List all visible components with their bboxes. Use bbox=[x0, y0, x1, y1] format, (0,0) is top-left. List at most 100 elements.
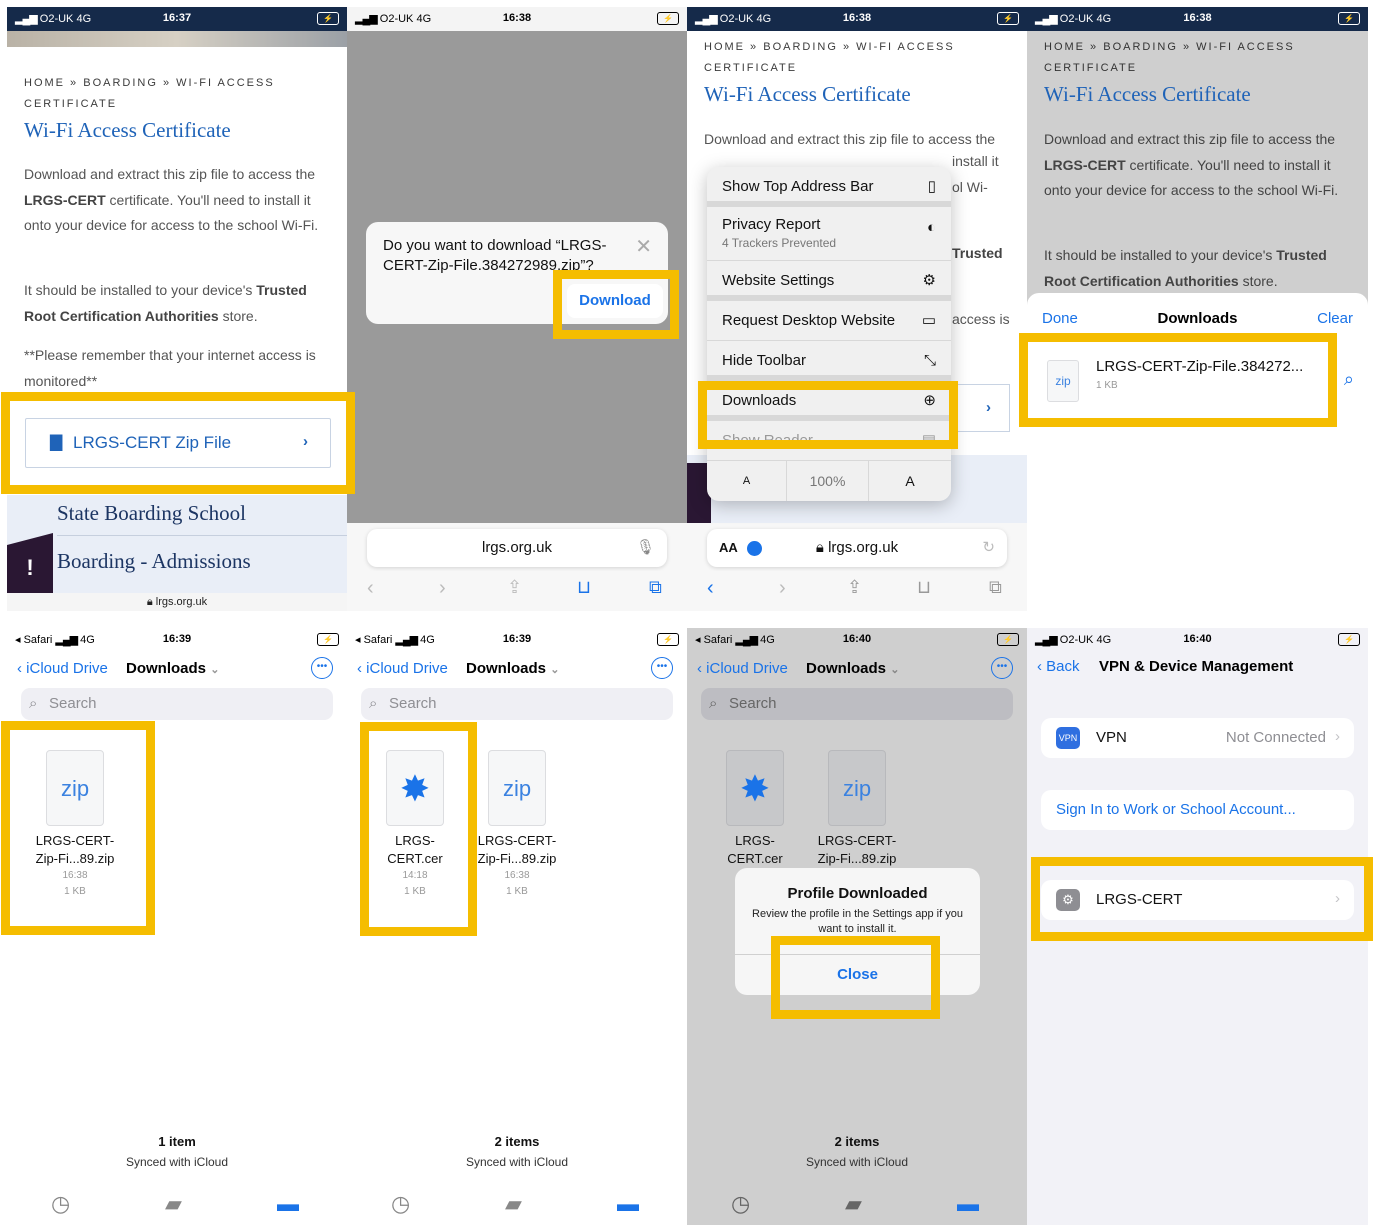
bookmarks-icon[interactable]: ⊔ bbox=[917, 577, 931, 598]
status-bar: ▂▄▆ O2-UK 4G 16:38 ⚡ bbox=[1027, 7, 1368, 31]
sync-status: Synced with iCloud bbox=[465, 1155, 569, 1169]
chevron-right-icon: › bbox=[1335, 728, 1340, 745]
highlight-cert-item bbox=[360, 722, 477, 936]
more-icon[interactable]: ••• bbox=[651, 657, 673, 679]
page-title: Wi-Fi Access Certificate bbox=[704, 82, 911, 106]
sync-status: Synced with iCloud bbox=[125, 1155, 229, 1169]
status-bar: ▂▄▆ O2-UK 4G 16:38 ⚡ bbox=[687, 7, 1027, 31]
reload-icon[interactable]: ↻ bbox=[982, 529, 995, 567]
menu-privacy-report[interactable]: Privacy Report 4 Trackers Prevented ◐ bbox=[707, 207, 951, 261]
chevron-left-icon: ‹ bbox=[17, 660, 27, 677]
chevron-down-icon: ⌄ bbox=[890, 664, 900, 676]
shared-icon[interactable]: ▰ bbox=[505, 1191, 522, 1217]
files-title[interactable]: Downloads ⌄ bbox=[806, 660, 899, 677]
forward-icon[interactable]: › bbox=[439, 577, 446, 600]
forward-icon[interactable]: › bbox=[779, 577, 786, 600]
breadcrumb-current: CERTIFICATE bbox=[704, 62, 798, 74]
recents-icon[interactable]: ◷ bbox=[51, 1191, 70, 1217]
safari-toolbar: ‹ › ⇪ ⊔ ⧉ bbox=[347, 571, 687, 611]
files-title[interactable]: Downloads ⌄ bbox=[126, 660, 219, 677]
sign-in-row[interactable]: Sign In to Work or School Account... bbox=[1041, 790, 1354, 830]
recents-icon[interactable]: ◷ bbox=[391, 1191, 410, 1217]
menu-show-top-address-bar[interactable]: Show Top Address Bar ▯ bbox=[707, 167, 951, 207]
back-button[interactable]: ‹ iCloud Drive bbox=[697, 660, 788, 677]
share-icon[interactable]: ⇪ bbox=[507, 577, 522, 598]
tabs-icon[interactable]: ⧉ bbox=[649, 577, 662, 598]
breadcrumb[interactable]: HOME » BOARDING » WI-FI ACCESS bbox=[1044, 41, 1295, 53]
page-title: Wi-Fi Access Certificate bbox=[24, 118, 231, 142]
address-bar[interactable]: lrgs.org.uk 🎙︎ bbox=[367, 529, 667, 567]
address-bar[interactable]: AA 🔒︎ lrgs.org.uk ↻ bbox=[707, 529, 1007, 567]
zoom-in-button[interactable]: A bbox=[869, 461, 951, 501]
item-count: 2 items bbox=[834, 1134, 880, 1149]
zip-file-icon: zip bbox=[828, 750, 886, 826]
magnifier-icon[interactable]: ⌕ bbox=[1344, 369, 1354, 390]
files-title[interactable]: Downloads ⌄ bbox=[466, 660, 559, 677]
back-icon[interactable]: ‹ bbox=[367, 577, 374, 600]
battery-icon: ⚡ bbox=[657, 12, 679, 25]
battery-icon: ⚡ bbox=[997, 633, 1019, 646]
menu-request-desktop[interactable]: Request Desktop Website ▭ bbox=[707, 301, 951, 341]
item-count: 2 items bbox=[494, 1134, 540, 1149]
status-bar: ▂▄▆ O2-UK 4G 16:40 ⚡ bbox=[1027, 628, 1368, 652]
highlight-zip-item bbox=[1, 721, 155, 935]
status-bar: ▂▄▆ O2-UK 4G 16:37 ⚡ bbox=[7, 7, 347, 31]
vpn-row[interactable]: VPN VPN Not Connected › bbox=[1041, 718, 1354, 758]
back-icon[interactable]: ‹ bbox=[707, 577, 714, 600]
safari-toolbar: ‹ › ⇪ ⊔ ⧉ bbox=[687, 571, 1027, 611]
microphone-icon[interactable]: 🎙︎ bbox=[636, 529, 655, 567]
zip-file-item[interactable]: zip LRGS-CERT- Zip-Fi...89.zip bbox=[802, 750, 912, 868]
search-input[interactable]: ⌕ Search bbox=[701, 688, 1013, 720]
browse-icon[interactable]: ▬ bbox=[277, 1191, 299, 1217]
zip-file-button[interactable]: › bbox=[952, 384, 1010, 432]
cert-file-item[interactable]: ✸ LRGS- CERT.cer bbox=[700, 750, 810, 868]
link-state-boarding[interactable]: State Boarding School bbox=[57, 501, 246, 526]
breadcrumb[interactable]: HOME » BOARDING » WI-FI ACCESS bbox=[24, 77, 275, 89]
back-button[interactable]: ‹ iCloud Drive bbox=[357, 660, 448, 677]
panel-safari-menu: ▂▄▆ O2-UK 4G 16:38 ⚡ HOME » BOARDING » W… bbox=[687, 7, 1027, 611]
search-input[interactable]: ⌕ Search bbox=[361, 688, 673, 720]
highlight-download-file bbox=[1019, 333, 1337, 427]
zoom-controls: A 100% A bbox=[707, 461, 951, 501]
browse-icon[interactable]: ▬ bbox=[957, 1191, 979, 1217]
more-icon[interactable]: ••• bbox=[991, 657, 1013, 679]
url-indicator[interactable]: 🔒︎ lrgs.org.uk bbox=[7, 593, 347, 611]
gear-icon: ⚙ bbox=[922, 272, 936, 289]
desktop-icon: ▭ bbox=[921, 312, 936, 329]
item-count: 1 item bbox=[158, 1134, 196, 1149]
alert-body: Review the profile in the Settings app i… bbox=[752, 908, 963, 935]
clear-button[interactable]: Clear bbox=[1317, 310, 1353, 327]
download-progress-icon[interactable] bbox=[747, 541, 762, 556]
zoom-out-button[interactable]: A bbox=[707, 461, 787, 501]
chevron-down-icon: ⌄ bbox=[550, 664, 560, 676]
back-button[interactable]: ‹ Back bbox=[1037, 658, 1080, 675]
battery-icon: ⚡ bbox=[657, 633, 679, 646]
files-header: ‹ iCloud Drive Downloads ⌄ ••• ⌕ Search bbox=[7, 652, 347, 722]
recents-icon[interactable]: ◷ bbox=[731, 1191, 750, 1217]
address-bar-icon: ▯ bbox=[927, 178, 936, 195]
search-icon: ⌕ bbox=[29, 695, 38, 712]
menu-hide-toolbar[interactable]: Hide Toolbar ⤡ bbox=[707, 341, 951, 381]
aa-button[interactable]: AA bbox=[719, 529, 738, 567]
share-icon[interactable]: ⇪ bbox=[847, 577, 862, 598]
vpn-label: VPN bbox=[1096, 729, 1127, 746]
link-admissions[interactable]: Boarding - Admissions bbox=[57, 549, 251, 574]
tabs-icon[interactable]: ⧉ bbox=[989, 577, 1002, 598]
files-header: ‹ iCloud Drive Downloads ⌄ ••• ⌕ Search bbox=[347, 652, 687, 722]
more-icon[interactable]: ••• bbox=[311, 657, 333, 679]
chevron-left-icon: ‹ bbox=[1037, 658, 1047, 675]
menu-website-settings[interactable]: Website Settings ⚙ bbox=[707, 261, 951, 301]
shield-icon: ◐ bbox=[926, 219, 936, 236]
fragment: access is bbox=[952, 311, 1010, 327]
search-input[interactable]: ⌕ Search bbox=[21, 688, 333, 720]
bookmarks-icon[interactable]: ⊔ bbox=[577, 577, 591, 598]
breadcrumb[interactable]: HOME » BOARDING » WI-FI ACCESS bbox=[704, 41, 955, 53]
sign-in-link: Sign In to Work or School Account... bbox=[1056, 801, 1296, 818]
back-button[interactable]: ‹ iCloud Drive bbox=[17, 660, 108, 677]
browse-icon[interactable]: ▬ bbox=[617, 1191, 639, 1217]
zip-file-item[interactable]: zip LRGS-CERT- Zip-Fi...89.zip 16:38 1 KB bbox=[462, 750, 572, 900]
fragment: Trusted bbox=[952, 245, 1003, 261]
close-icon[interactable]: ✕ bbox=[635, 234, 652, 259]
shared-icon[interactable]: ▰ bbox=[845, 1191, 862, 1217]
shared-icon[interactable]: ▰ bbox=[165, 1191, 182, 1217]
